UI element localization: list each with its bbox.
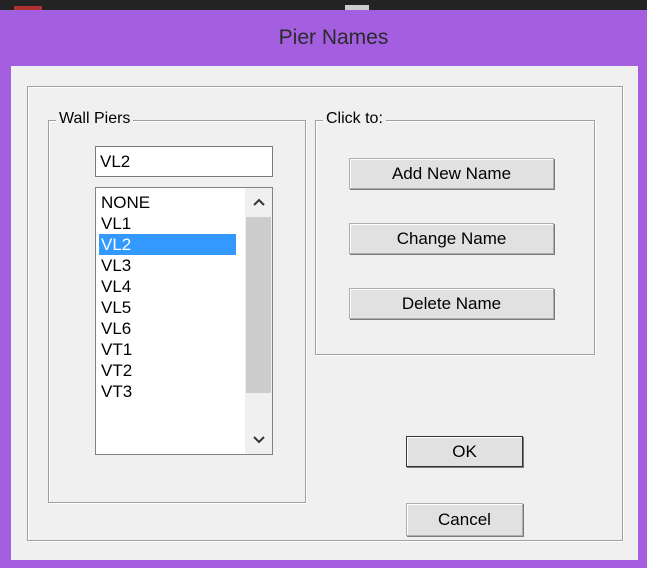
change-name-button[interactable]: Change Name	[349, 223, 554, 254]
scroll-up-button[interactable]	[245, 188, 272, 216]
title-bar[interactable]: Pier Names	[0, 10, 647, 66]
list-item[interactable]: VT2	[99, 360, 236, 381]
pier-names-dialog: Pier Names Wall Piers VL2 NONE VL1 VL2 V…	[0, 10, 647, 568]
pier-name-input[interactable]: VL2	[95, 146, 273, 177]
list-item[interactable]: VL4	[99, 276, 236, 297]
click-to-group-label: Click to:	[323, 110, 386, 128]
dialog-title: Pier Names	[278, 26, 389, 49]
list-item[interactable]: VL6	[99, 318, 236, 339]
list-item-selected[interactable]: VL2	[99, 234, 236, 255]
chevron-up-icon	[252, 198, 265, 206]
list-item[interactable]: VL5	[99, 297, 236, 318]
cancel-button[interactable]: Cancel	[406, 503, 523, 536]
delete-name-button[interactable]: Delete Name	[349, 288, 554, 319]
add-new-name-button[interactable]: Add New Name	[349, 158, 554, 189]
list-item[interactable]: VL3	[99, 255, 236, 276]
scroll-thumb[interactable]	[246, 217, 271, 393]
ok-button[interactable]: OK	[406, 436, 523, 467]
list-item[interactable]: NONE	[99, 192, 236, 213]
list-item[interactable]: VT1	[99, 339, 236, 360]
list-scrollbar[interactable]	[245, 188, 272, 454]
wall-piers-group-label: Wall Piers	[56, 110, 134, 128]
list-item[interactable]: VT3	[99, 381, 236, 402]
list-item[interactable]: VL1	[99, 213, 236, 234]
scroll-down-button[interactable]	[245, 426, 272, 454]
dialog-client-area: Wall Piers VL2 NONE VL1 VL2 VL3 VL4 VL5 …	[11, 66, 638, 560]
chevron-down-icon	[252, 436, 265, 444]
pier-list[interactable]: NONE VL1 VL2 VL3 VL4 VL5 VL6 VT1 VT2 VT3	[95, 187, 273, 455]
background-window-edge	[0, 0, 647, 10]
